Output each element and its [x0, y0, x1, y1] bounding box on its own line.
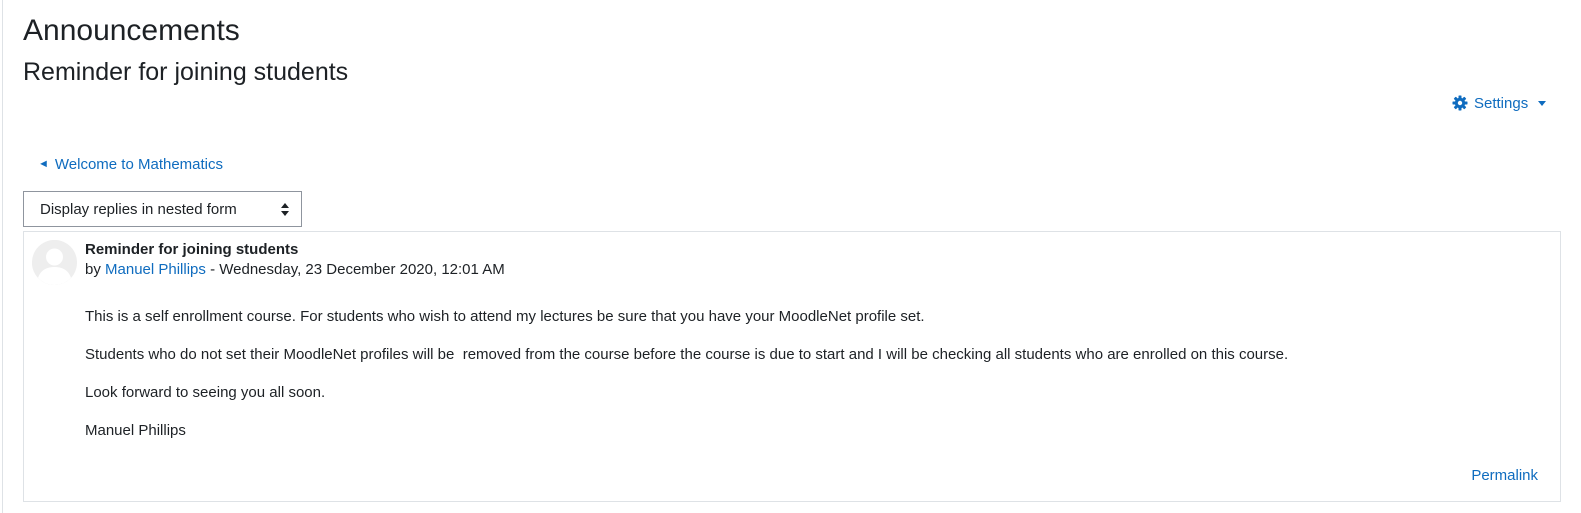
post-author-link[interactable]: Manuel Phillips: [105, 261, 206, 278]
page: Announcements Reminder for joining stude…: [0, 0, 1581, 513]
post-content: This is a self enrollment course. For st…: [85, 308, 1288, 460]
display-mode-value: Display replies in nested form: [40, 200, 237, 218]
display-mode-select[interactable]: Display replies in nested form: [23, 191, 302, 227]
up-down-arrows-icon: [281, 203, 289, 217]
post-paragraph: Look forward to seeing you all soon.: [85, 384, 326, 401]
post-paragraph: This is a self enrollment course. For st…: [85, 308, 925, 325]
forum-title: Announcements: [23, 14, 240, 47]
post-paragraph: Students who do not set their MoodleNet …: [85, 346, 1289, 363]
permalink-link[interactable]: Permalink: [1471, 467, 1538, 484]
byline-separator: -: [205, 261, 220, 278]
gear-icon: [1452, 95, 1468, 111]
left-triangle-icon: ◄: [38, 158, 49, 170]
post-paragraph: Manuel Phillips: [85, 422, 186, 439]
forum-post: Reminder for joining students by Manuel …: [23, 231, 1561, 502]
byline-prefix: by: [85, 261, 101, 278]
settings-label: Settings: [1474, 94, 1529, 112]
left-border: [2, 0, 3, 513]
post-subject: Reminder for joining students: [85, 241, 299, 258]
previous-discussion-link[interactable]: ◄ Welcome to Mathematics: [38, 156, 223, 173]
previous-discussion-label: Welcome to Mathematics: [54, 156, 224, 173]
avatar[interactable]: [32, 240, 77, 285]
default-user-icon: [32, 240, 77, 285]
settings-menu-button[interactable]: Settings: [1452, 93, 1547, 113]
discussion-title: Reminder for joining students: [23, 58, 349, 86]
post-byline: by Manuel Phillips - Wednesday, 23 Decem…: [85, 261, 505, 278]
caret-down-icon: [1538, 101, 1547, 106]
post-date: Wednesday, 23 December 2020, 12:01 AM: [219, 261, 505, 278]
